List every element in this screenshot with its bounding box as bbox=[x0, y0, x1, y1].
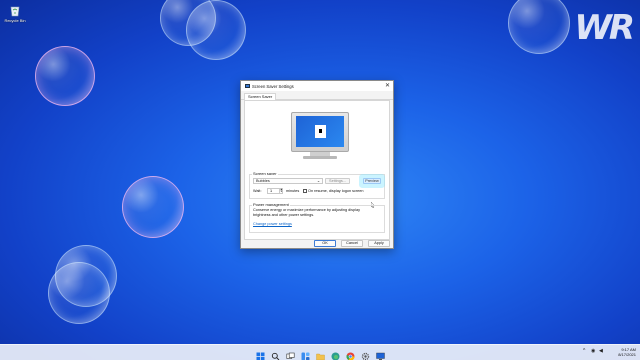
tab-panel: Screen saver Bubbles ⌄ Settings... Previ… bbox=[244, 100, 390, 240]
task-view-icon[interactable] bbox=[286, 348, 295, 359]
search-icon[interactable] bbox=[271, 348, 280, 360]
edge-icon[interactable] bbox=[331, 348, 340, 360]
recycle-bin-desktop-icon[interactable]: Recycle Bin bbox=[4, 4, 26, 23]
taskbar: ^ ◉ ◀ 9:17 AM 8/17/2021 bbox=[0, 344, 640, 360]
network-icon[interactable]: ◉ bbox=[591, 349, 596, 354]
tab-screen-saver[interactable]: Screen Saver bbox=[244, 93, 277, 100]
cancel-button[interactable]: Cancel bbox=[341, 240, 363, 247]
preview-monitor bbox=[291, 112, 349, 160]
widgets-icon[interactable] bbox=[301, 348, 310, 360]
wait-minutes-stepper[interactable]: 1 ▲ ▼ bbox=[267, 188, 283, 194]
change-power-settings-link[interactable]: Change power settings bbox=[253, 222, 292, 226]
settings-button[interactable]: Settings... bbox=[325, 178, 350, 184]
preview-button[interactable]: Preview bbox=[363, 178, 381, 184]
system-tray: ^ ◉ ◀ bbox=[583, 349, 604, 354]
screen-saver-settings-icon[interactable] bbox=[376, 348, 385, 360]
clock[interactable]: 9:17 AM 8/17/2021 bbox=[618, 347, 636, 357]
file-explorer-icon[interactable] bbox=[316, 348, 325, 360]
taskbar-apps bbox=[256, 348, 385, 360]
dialog-title: Screen Saver Settings bbox=[252, 83, 294, 89]
settings-icon[interactable] bbox=[361, 348, 370, 360]
resume-checkbox-label: On resume, display logon screen bbox=[308, 189, 364, 193]
resume-checkbox[interactable] bbox=[303, 189, 307, 193]
volume-icon[interactable]: ◀ bbox=[599, 349, 604, 354]
screensaver-select-value: Bubbles bbox=[256, 179, 270, 183]
screensaver-select[interactable]: Bubbles ⌄ bbox=[253, 178, 323, 184]
power-description: Conserve energy or maximize performance … bbox=[253, 208, 360, 217]
close-icon[interactable]: ✕ bbox=[385, 82, 390, 90]
watermark-logo: WR bbox=[574, 8, 635, 48]
chevron-up-icon[interactable]: ^ bbox=[583, 349, 588, 354]
screen-saver-settings-dialog: Screen Saver Settings ✕ Screen Saver Scr… bbox=[240, 80, 394, 249]
clock-date: 8/17/2021 bbox=[618, 352, 636, 357]
wait-value: 1 bbox=[270, 189, 273, 193]
tab-strip: Screen Saver bbox=[241, 91, 393, 100]
bubble bbox=[48, 262, 110, 324]
recycle-bin-label: Recycle Bin bbox=[4, 18, 26, 23]
recycle-bin-icon bbox=[9, 4, 21, 17]
bubble bbox=[186, 0, 246, 60]
dialog-titlebar[interactable]: Screen Saver Settings ✕ bbox=[241, 81, 393, 91]
ok-button[interactable]: OK bbox=[314, 240, 336, 247]
bubble bbox=[122, 176, 184, 238]
bubble bbox=[508, 0, 570, 54]
chevron-down-icon: ⌄ bbox=[316, 179, 320, 183]
monitor-icon bbox=[245, 84, 250, 88]
minutes-label: minutes bbox=[286, 189, 300, 193]
power-management-group-label: Power management bbox=[252, 202, 290, 207]
chrome-icon[interactable] bbox=[346, 348, 355, 360]
windows-start-icon[interactable] bbox=[256, 348, 265, 360]
wait-label: Wait: bbox=[253, 189, 262, 193]
bubble bbox=[35, 46, 95, 106]
stepper-arrows-icon[interactable]: ▲ ▼ bbox=[279, 188, 282, 193]
screen-saver-group-label: Screen saver bbox=[252, 171, 278, 176]
apply-button[interactable]: Apply bbox=[368, 240, 390, 247]
